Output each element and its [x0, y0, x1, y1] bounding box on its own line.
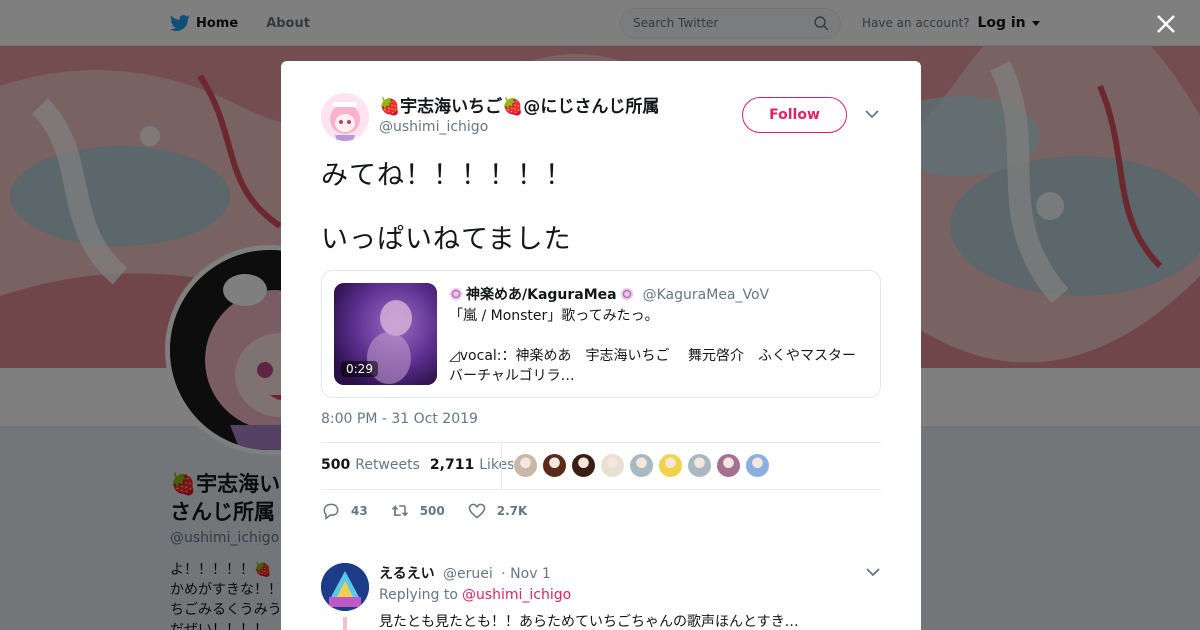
liker-avatar[interactable]: [687, 453, 712, 478]
reply-avatar-art: [321, 563, 369, 611]
tweet-stats: 500 Retweets 2,711 Likes: [321, 457, 524, 473]
reply-action[interactable]: 43: [321, 501, 368, 521]
retweet-icon: [391, 505, 408, 517]
video-duration: 0:29: [341, 361, 378, 377]
reply-date[interactable]: · Nov 1: [501, 566, 551, 582]
retweet-action[interactable]: 500: [390, 501, 445, 521]
tweet-modal: 🍓宇志海いちご🍓@にじさんじ所属 @ushimi_ichigo Follow み…: [281, 61, 921, 630]
retweets-count: 500: [321, 457, 351, 473]
author-handle[interactable]: @ushimi_ichigo: [379, 119, 488, 135]
stats-separator: [501, 442, 502, 490]
reply-text: 見たとも見たとも！！あらためていちごちゃんの歌声ほんとすき…: [379, 614, 799, 630]
author-name[interactable]: 🍓宇志海いちご🍓@にじさんじ所属: [379, 92, 659, 117]
swirl-emoji-icon: [450, 288, 462, 300]
quoted-author-name: 神楽めあ/KaguraMea: [466, 287, 617, 303]
swirl-emoji-icon: [620, 288, 633, 300]
liker-avatar[interactable]: [716, 453, 741, 478]
close-icon[interactable]: [1155, 13, 1177, 35]
liker-avatar[interactable]: [542, 453, 567, 478]
likes-label: Likes: [479, 457, 515, 473]
tweet-actions: 43 500 2.7K: [321, 501, 549, 521]
reply-author-name[interactable]: えるえい: [379, 566, 435, 582]
likes-count: 2,711: [429, 457, 475, 473]
reply-header: えるえい @eruei · Nov 1: [379, 563, 551, 583]
liker-avatar[interactable]: [745, 453, 770, 478]
reply-icon: [323, 503, 339, 521]
liker-avatar[interactable]: [658, 453, 683, 478]
divider: [321, 489, 881, 490]
quoted-author-handle: @KaguraMea_VoV: [642, 287, 770, 303]
tweet-timestamp[interactable]: 8:00 PM - 31 Oct 2019: [321, 411, 478, 427]
tweet-text-line2: いっぱいねてました: [321, 224, 572, 255]
liker-avatar[interactable]: [600, 453, 625, 478]
quoted-text-line: バーチャルゴリラ…: [449, 368, 575, 384]
quoted-text: 「嵐 / Monster」歌ってみたっ。 ◿vocal:：神楽めあ 宇志海いちご…: [449, 306, 869, 386]
like-action[interactable]: 2.7K: [467, 501, 528, 521]
heart-icon: [468, 503, 486, 519]
quoted-tweet-card[interactable]: 0:29 神楽めあ/KaguraMea @KaguraMea_VoV 「嵐 / M…: [321, 270, 881, 398]
thread-line: [343, 617, 347, 630]
like-count: 2.7K: [496, 504, 528, 518]
quoted-video-thumbnail[interactable]: 0:29: [334, 283, 437, 385]
retweets-label: Retweets: [355, 457, 420, 473]
chevron-down-icon[interactable]: [866, 567, 880, 577]
follow-button[interactable]: Follow: [742, 97, 847, 133]
reply-count: 43: [351, 504, 368, 518]
reply-author-handle[interactable]: @eruei: [443, 566, 493, 582]
liker-avatars: [513, 453, 774, 478]
liker-avatar[interactable]: [513, 453, 538, 478]
author-avatar[interactable]: [321, 93, 369, 141]
tweet-text-line1: みてね！！！！！！: [321, 160, 573, 191]
divider: [321, 442, 881, 443]
retweet-count: 500: [419, 504, 445, 518]
replying-to-link[interactable]: @ushimi_ichigo: [462, 587, 571, 603]
liker-avatar[interactable]: [629, 453, 654, 478]
retweets-stat[interactable]: 500 Retweets: [321, 457, 420, 473]
quoted-text-line: 「嵐 / Monster」歌ってみたっ。: [449, 308, 659, 324]
replying-to-line: Replying to @ushimi_ichigo: [379, 587, 571, 603]
quoted-text-line: ◿vocal:：神楽めあ 宇志海いちご 舞元啓介 ふくやマスター: [449, 348, 856, 364]
quoted-header: 神楽めあ/KaguraMea @KaguraMea_VoV: [449, 284, 769, 304]
chevron-down-icon[interactable]: [865, 109, 879, 119]
liker-avatar[interactable]: [571, 453, 596, 478]
replying-to-label: Replying to: [379, 587, 458, 603]
author-avatar-art: [321, 93, 369, 141]
reply-author-avatar[interactable]: [321, 563, 369, 611]
